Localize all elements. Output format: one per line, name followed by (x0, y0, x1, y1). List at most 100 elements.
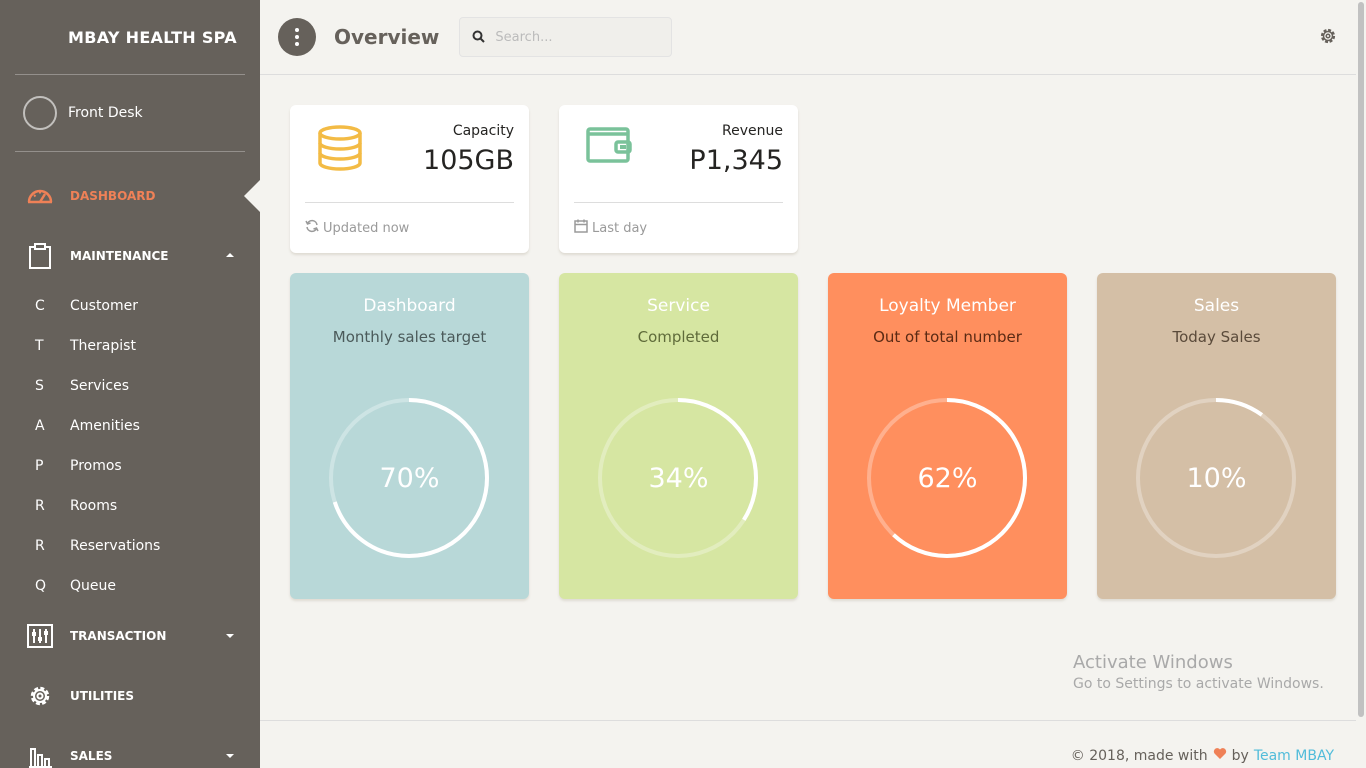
user-name: Front Desk (68, 105, 143, 121)
team-link[interactable]: Team MBAY (1254, 748, 1334, 764)
speedometer-icon (26, 182, 54, 210)
gauge-subtitle: Out of total number (873, 328, 1022, 346)
item-abbr: R (35, 498, 45, 514)
avatar (23, 96, 57, 130)
sidebar-item-label: UTILITIES (70, 689, 134, 703)
gauge-card-loyalty: Loyalty Member Out of total number 62% (828, 273, 1067, 599)
gauge-title: Sales (1193, 296, 1240, 316)
gauge-value: 34% (648, 463, 709, 494)
gauge-subtitle: Monthly sales target (332, 328, 487, 346)
sidebar-item-dashboard[interactable]: DASHBOARD (0, 166, 260, 226)
sidebar-item-label: Amenities (70, 418, 140, 434)
calendar-icon (574, 219, 588, 237)
gauge-value: 70% (379, 463, 440, 494)
database-icon (317, 125, 363, 175)
sidebar-item-reservations[interactable]: R Reservations (0, 526, 260, 566)
chevron-down-icon (226, 634, 234, 638)
item-abbr: P (35, 458, 44, 474)
activate-windows-watermark: Activate Windows Go to Settings to activ… (1073, 652, 1324, 692)
sidebar-item-promos[interactable]: P Promos (0, 446, 260, 486)
brand-title[interactable]: MBAY HEALTH SPA (0, 0, 260, 74)
gauge-subtitle: Completed (637, 328, 720, 346)
item-abbr: S (35, 378, 44, 394)
item-abbr: A (35, 418, 45, 434)
equalizer-icon (26, 622, 54, 650)
sidebar-item-label: Promos (70, 458, 122, 474)
dot (295, 28, 299, 32)
gauge-card-sales: Sales Today Sales 10% (1097, 273, 1336, 599)
gauge-title: Loyalty Member (879, 296, 1016, 316)
menu-toggle-button[interactable] (278, 18, 316, 56)
sidebar-item-amenities[interactable]: A Amenities (0, 406, 260, 446)
sidebar-item-label: Rooms (70, 498, 118, 514)
stat-label: Capacity (452, 123, 514, 139)
stat-label: Revenue (722, 123, 783, 139)
top-navbar: Overview (260, 0, 1356, 75)
sidebar-item-maintenance[interactable]: MAINTENANCE (0, 226, 260, 286)
user-profile[interactable]: Front Desk (0, 75, 260, 151)
gauge-value: 10% (1186, 463, 1247, 494)
sidebar-item-label: Therapist (70, 338, 136, 354)
item-abbr: T (35, 338, 44, 354)
scrollbar[interactable] (1356, 0, 1366, 768)
page-title: Overview (334, 25, 440, 49)
stat-card-revenue: Revenue P1,345 Last day (559, 105, 798, 253)
sidebar-item-label: MAINTENANCE (70, 249, 169, 263)
wallet-icon (586, 125, 632, 169)
sidebar-item-queue[interactable]: Q Queue (0, 566, 260, 606)
sidebar-item-label: Customer (70, 298, 139, 314)
sidebar: MBAY HEALTH SPA Front Desk DASHBOARD MAI… (0, 0, 260, 768)
gauge-value: 62% (917, 463, 978, 494)
sidebar-item-utilities[interactable]: UTILITIES (0, 666, 260, 726)
dot (295, 35, 299, 39)
sidebar-item-label: Reservations (70, 538, 161, 554)
gear-icon (26, 682, 54, 710)
stat-footer: Last day (574, 219, 647, 237)
maintenance-submenu: C Customer T Therapist S Services A Amenitie… (0, 286, 260, 606)
search-icon (472, 28, 486, 47)
chevron-up-icon (226, 253, 234, 257)
sidebar-item-customer[interactable]: C Customer (0, 286, 260, 326)
sidebar-item-transaction[interactable]: TRANSACTION (0, 606, 260, 666)
stat-footer-text: Updated now (323, 220, 410, 236)
sidebar-item-sales[interactable]: SALES (0, 726, 260, 768)
sidebar-item-label: DASHBOARD (70, 189, 156, 203)
active-indicator (244, 180, 260, 212)
search-input[interactable] (495, 29, 656, 45)
item-abbr: C (35, 298, 45, 314)
gauge-subtitle: Today Sales (1172, 328, 1261, 346)
dot (295, 42, 299, 46)
item-abbr: Q (35, 578, 47, 594)
stat-value: 105GB (423, 145, 514, 176)
item-abbr: R (35, 538, 45, 554)
refresh-icon (305, 219, 319, 237)
footer-divider (260, 720, 1356, 721)
stat-value: P1,345 (689, 145, 783, 176)
sidebar-item-therapist[interactable]: T Therapist (0, 326, 260, 366)
sidebar-item-label: SALES (70, 749, 113, 763)
gauge-title: Dashboard (363, 296, 456, 316)
stat-card-capacity: Capacity 105GB Updated now (290, 105, 529, 253)
copyright-text: © 2018, made with (1070, 747, 1208, 764)
bar-chart-icon (26, 742, 54, 768)
card-divider (574, 202, 783, 203)
scrollbar-thumb[interactable] (1358, 2, 1364, 717)
watermark-subtitle: Go to Settings to activate Windows. (1073, 676, 1324, 692)
sidebar-item-label: Services (70, 378, 130, 394)
watermark-title: Activate Windows (1073, 652, 1233, 673)
sidebar-item-label: Queue (70, 578, 116, 594)
sidebar-item-services[interactable]: S Services (0, 366, 260, 406)
clipboard-icon (26, 242, 54, 270)
gauge-card-dashboard: Dashboard Monthly sales target 70% (290, 273, 529, 599)
gauge-title: Service (647, 296, 710, 316)
sidebar-item-rooms[interactable]: R Rooms (0, 486, 260, 526)
card-divider (305, 202, 514, 203)
chevron-down-icon (226, 754, 234, 758)
copyright-by: by (1231, 747, 1249, 764)
search-box[interactable] (459, 17, 673, 57)
copyright: © 2018, made with by Team MBAY (1071, 747, 1334, 764)
heart-icon (1213, 747, 1227, 764)
settings-gear-icon[interactable] (1319, 27, 1337, 49)
sidebar-item-label: TRANSACTION (70, 629, 167, 643)
stat-footer: Updated now (305, 219, 409, 237)
